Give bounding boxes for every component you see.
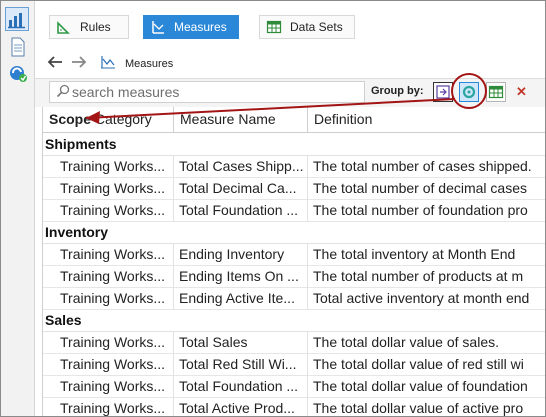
group-title: Inventory (45, 224, 109, 240)
measures-icon (150, 19, 166, 35)
cell-measure-name: Total Foundation ... (174, 375, 308, 397)
cell-definition: The total dollar value of active pro (308, 397, 545, 416)
left-toolbar (1, 1, 35, 416)
group-title: Sales (45, 312, 82, 328)
app-window: Rules Measures Data Sets Measures search… (0, 0, 546, 417)
grid-header: Scope Category Measure Name Definition (43, 107, 545, 133)
cell-measure-name: Total Red Still Wi... (174, 353, 308, 375)
tab-data-sets-label: Data Sets (290, 20, 343, 34)
cell-category: Training Works... (43, 199, 174, 221)
cell-definition: The total number of products at m (308, 265, 545, 287)
clear-grouping-close-icon[interactable]: ✕ (516, 84, 527, 100)
group-by-label: Group by: (371, 85, 424, 97)
tab-data-sets[interactable]: Data Sets (259, 15, 355, 39)
measures-path-icon (97, 53, 119, 73)
cell-category: Training Works... (43, 177, 174, 199)
cell-definition: The total dollar value of red still wi (308, 353, 545, 375)
table-row[interactable]: Training Works... Total Cases Shipp... T… (43, 155, 545, 178)
definition-header-label: Definition (314, 111, 373, 127)
cell-category: Training Works... (43, 331, 174, 353)
tab-measures[interactable]: Measures (143, 15, 239, 39)
group-row-shipments[interactable]: Shipments (43, 133, 545, 156)
group-scope-tag[interactable]: Scope (49, 111, 91, 127)
column-header-measure-name[interactable]: Measure Name (174, 107, 308, 132)
cell-measure-name: Total Foundation ... (174, 199, 308, 221)
group-row-inventory[interactable]: Inventory (43, 221, 545, 244)
cell-measure-name: Ending Active Ite... (174, 287, 308, 309)
table-row[interactable]: Training Works... Total Active Prod... T… (43, 397, 545, 416)
back-arrow-icon[interactable] (45, 53, 65, 73)
table-row[interactable]: Training Works... Ending Items On ... Th… (43, 265, 545, 288)
cell-definition: The total number of decimal cases (308, 177, 545, 199)
measures-toolbar: Group by: (35, 78, 545, 107)
cell-category: Training Works... (43, 155, 174, 177)
measures-grid: Scope Category Measure Name Definition S… (42, 107, 545, 416)
tab-rules-label: Rules (80, 20, 111, 34)
cell-measure-name: Total Sales (174, 331, 308, 353)
document-icon[interactable] (8, 37, 28, 57)
tab-measures-label: Measures (174, 20, 227, 34)
group-title: Shipments (45, 136, 117, 152)
table-row[interactable]: Training Works... Total Decimal Ca... Th… (43, 177, 545, 200)
table-row[interactable]: Training Works... Total Foundation ... T… (43, 375, 545, 398)
tab-rules[interactable]: Rules (49, 15, 129, 39)
cell-category: Training Works... (43, 287, 174, 309)
cell-measure-name: Total Decimal Ca... (174, 177, 308, 199)
cell-category: Training Works... (43, 375, 174, 397)
cell-category: Training Works... (43, 353, 174, 375)
cell-measure-name: Ending Inventory (174, 243, 308, 265)
main-panel: Rules Measures Data Sets Measures search… (35, 1, 545, 416)
cell-definition: The total number of foundation pro (308, 199, 545, 221)
cell-category: Training Works... (43, 243, 174, 265)
cell-definition: The total dollar value of sales. (308, 331, 545, 353)
search-box (49, 81, 365, 103)
refresh-sync-icon[interactable] (8, 63, 28, 83)
search-input[interactable] (72, 83, 357, 101)
table-row[interactable]: Training Works... Total Red Still Wi... … (43, 353, 545, 376)
navigation-bar: Measures (35, 51, 545, 77)
group-row-sales[interactable]: Sales (43, 309, 545, 332)
cell-definition: The total number of cases shipped. (308, 155, 545, 177)
table-row[interactable]: Training Works... Total Foundation ... T… (43, 199, 545, 222)
search-icon (56, 84, 70, 98)
cell-measure-name: Total Cases Shipp... (174, 155, 308, 177)
column-header-definition[interactable]: Definition (308, 107, 545, 132)
group-by-data-set-button[interactable] (486, 82, 506, 102)
table-row[interactable]: Training Works... Ending Inventory The t… (43, 243, 545, 266)
column-header-category[interactable]: Scope Category (43, 107, 174, 132)
cell-measure-name: Ending Items On ... (174, 265, 308, 287)
ribbon: Rules Measures Data Sets (35, 1, 545, 47)
cell-category: Training Works... (43, 397, 174, 416)
breadcrumb[interactable]: Measures (125, 58, 173, 70)
group-by-category-button[interactable] (459, 82, 479, 102)
datasets-icon (266, 19, 282, 35)
rules-icon (56, 19, 72, 35)
cell-definition: The total inventory at Month End (308, 243, 545, 265)
forward-arrow-icon[interactable] (69, 53, 89, 73)
category-header-label: Category (94, 111, 152, 127)
cell-definition: Total active inventory at month end (308, 287, 545, 309)
table-row[interactable]: Training Works... Ending Active Ite... T… (43, 287, 545, 310)
measure-name-header-label: Measure Name (180, 111, 276, 127)
dashboard-icon[interactable] (5, 7, 29, 31)
group-by-scope-button[interactable] (433, 82, 453, 102)
cell-measure-name: Total Active Prod... (174, 397, 308, 416)
table-row[interactable]: Training Works... Total Sales The total … (43, 331, 545, 354)
cell-category: Training Works... (43, 265, 174, 287)
cell-definition: The total dollar value of foundation (308, 375, 545, 397)
